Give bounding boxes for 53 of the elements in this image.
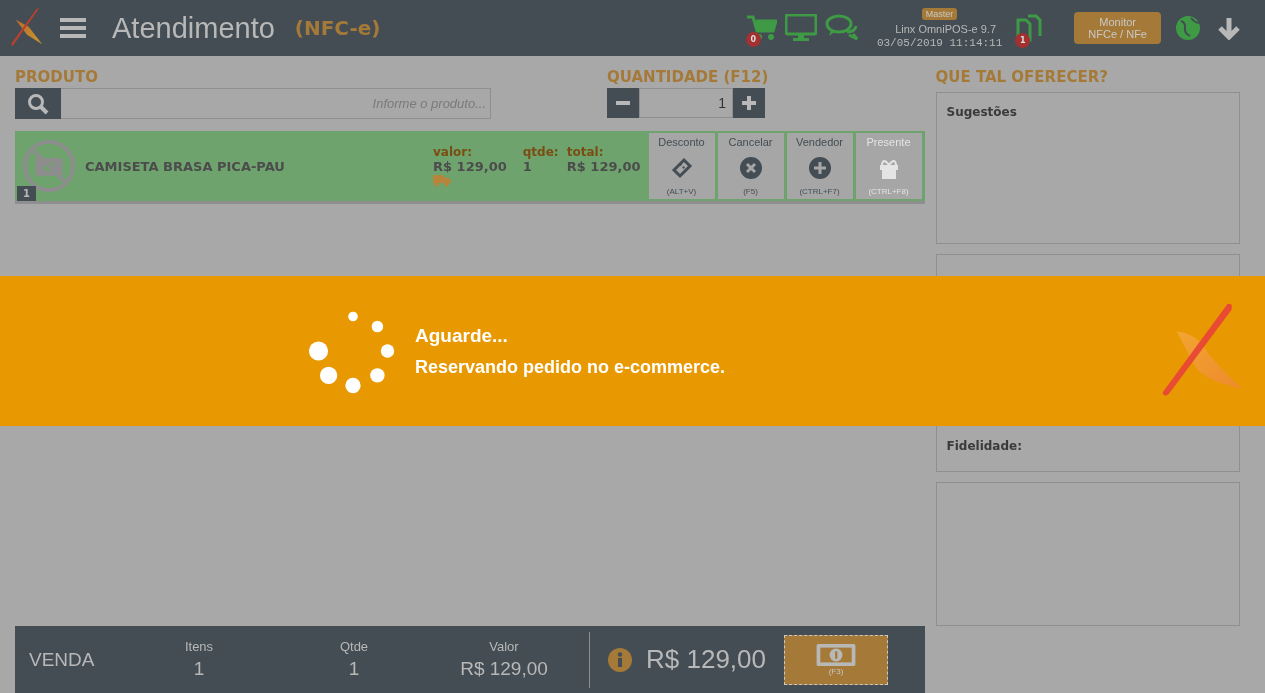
product-name: CAMISETA BRASA PICA-PAU <box>85 158 286 174</box>
search-icon[interactable] <box>27 92 49 115</box>
summary-label: Itens <box>184 639 214 654</box>
globe-icon[interactable] <box>1175 15 1201 41</box>
date-time: 03/05/2019 11:14:11 <box>876 36 1003 49</box>
mode-label: (NFC-e) <box>294 16 381 40</box>
total-label: total: <box>566 145 604 159</box>
summary-label: Valor <box>489 639 519 654</box>
item-index: 1 <box>17 186 36 201</box>
quantity-amount: 1 <box>522 159 532 174</box>
quantity-label: QUANTIDADE (F12) <box>607 68 769 86</box>
decrease-button[interactable] <box>607 88 639 118</box>
download-arrow-icon[interactable] <box>1217 16 1241 40</box>
panel-title: Sugestões <box>946 105 1017 119</box>
seller-button[interactable]: Vendedor (CTRL+F7) <box>786 133 853 199</box>
quantity-field[interactable]: 1 <box>639 88 733 118</box>
suggestions-heading: QUE TAL OFERECER? <box>935 68 1109 86</box>
monitor-button[interactable]: Monitor NFCe / NFe <box>1074 12 1161 44</box>
environment-badge: Master <box>921 7 958 20</box>
search-button[interactable] <box>15 88 61 119</box>
loading-title: Aguarde... <box>415 324 509 347</box>
value-label: valor: <box>433 145 472 159</box>
summary-value: R$ 129,00 <box>460 658 548 680</box>
count-badge: 0 <box>745 32 761 47</box>
info-icon[interactable] <box>608 647 632 672</box>
payment-button[interactable]: (F3) <box>784 634 888 685</box>
sale-label: VENDA <box>29 648 96 671</box>
value-amount: R$ 129,00 <box>433 159 507 174</box>
increase-button[interactable] <box>733 88 765 118</box>
document-icon[interactable] <box>1016 14 1043 42</box>
product-label: PRODUTO <box>15 68 99 86</box>
page-title: Atendimento <box>112 11 275 45</box>
close-icon <box>738 155 763 180</box>
discount-button[interactable]: Desconto (ALT+V) <box>648 133 715 199</box>
summary-label: Qtde <box>339 639 369 654</box>
cart-icon[interactable] <box>746 15 777 41</box>
total-amount: R$ 129,00 <box>566 159 641 174</box>
ticket-icon <box>669 155 694 180</box>
cancel-button[interactable]: Cancelar (F5) <box>717 133 784 199</box>
plus-icon <box>741 95 757 111</box>
count-badge: 1 <box>1015 33 1031 48</box>
chat-icon[interactable] <box>824 14 859 42</box>
app-version: Linx OmniPOS-e 9.7 <box>895 22 997 35</box>
menu-icon[interactable] <box>60 18 86 38</box>
loyalty-label: Fidelidade: <box>946 439 1023 453</box>
monitor-icon[interactable] <box>784 14 817 42</box>
summary-value: 1 <box>193 658 205 680</box>
sale-total: R$ 129,00 <box>646 644 766 675</box>
loading-message: Reservando pedido no e-commerce. <box>415 356 726 378</box>
banknote-icon <box>815 643 857 667</box>
summary-value: 1 <box>348 658 360 680</box>
plus-icon <box>807 155 832 180</box>
quantity-label: qtde: <box>522 145 559 159</box>
